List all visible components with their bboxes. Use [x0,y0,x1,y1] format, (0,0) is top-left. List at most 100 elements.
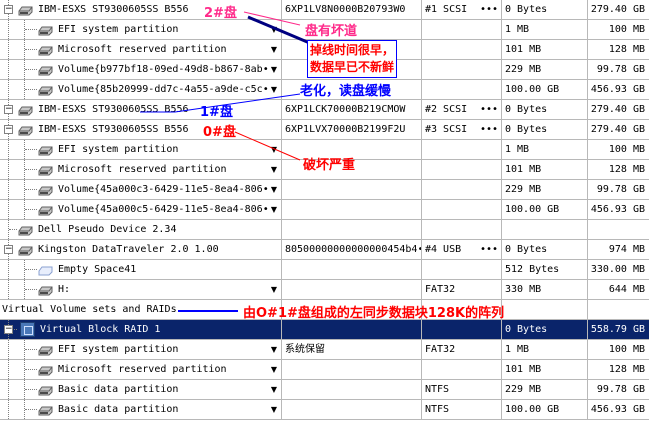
tree-row[interactable]: Volume{45a000c3-6429-11e5-8ea4-806• ▼ 229 … [0,180,649,200]
disk-icon [18,4,33,19]
bus-label: #4 USB [425,244,462,255]
offset-cell: 100.00 GB [502,80,588,99]
item-label: EFI system partition [58,24,179,35]
tree-row[interactable]: Microsoft reserved partition ▼ 101 MB 128 M… [0,360,649,380]
name-cell: − IBM-ESXS ST9300605SS B556 [0,100,282,119]
bus-cell [422,180,502,199]
name-cell: Volume{45a000c5-6429-11e5-8ea4-806• ▼ [0,200,282,219]
tree-row[interactable]: Volume{45a000c5-6429-11e5-8ea4-806• ▼ 100.… [0,200,649,220]
chevron-down-icon[interactable]: ▼ [271,140,277,159]
tree-line [8,380,9,399]
serial-cell: 6XP1LV8N0000B20793W0 [282,0,422,19]
more-icon[interactable]: ••• [480,0,498,19]
chevron-down-icon[interactable]: ▼ [271,20,277,39]
chevron-down-icon[interactable]: ▼ [271,80,277,99]
name-cell: EFI system partition ▼ [0,140,282,159]
chevron-down-icon[interactable]: ▼ [271,400,277,419]
tree-line [8,180,9,199]
tree-row-selected[interactable]: − Virtual Block RAID 1 0 Bytes 558.79 GB [0,320,649,340]
tree-row[interactable]: Empty Space41 512 Bytes 330.00 MB [0,260,649,280]
item-label: Volume{45a000c3-6429-11e5-8ea4-806• [58,184,269,195]
annotation-dropped-line2: 数据早已不新鲜 [310,60,395,74]
tree-line [25,209,37,210]
tree-row[interactable]: H: ▼ FAT32 330 MB 644 MB [0,280,649,300]
chevron-down-icon[interactable]: ▼ [271,200,277,219]
partition-icon [38,284,53,299]
partition-icon [38,384,53,399]
tree-line [25,409,37,410]
size-cell: 100 MB [608,144,645,155]
name-cell: Basic data partition ▼ [0,380,282,399]
more-icon[interactable]: ••• [480,100,498,119]
serial-cell [282,400,422,419]
chevron-down-icon[interactable]: ▼ [271,360,277,379]
name-cell: Microsoft reserved partition ▼ [0,160,282,179]
item-label: IBM-ESXS ST9300605SS B556 [38,124,189,135]
tree-line [25,189,37,190]
tree-line [8,260,9,279]
size-cell: 279.40 GB [590,4,645,15]
bus-cell [422,60,502,79]
serial-cell: 系统保留 [282,340,422,359]
serial-cell [282,260,422,279]
more-icon[interactable]: ••• [480,120,498,139]
name-cell: − Virtual Block RAID 1 [0,320,282,339]
chevron-down-icon[interactable]: ▼ [271,160,277,179]
annotation-dropped-early: 掉线时间很早， 数据早已不新鲜 [307,40,398,78]
size-cell: 100 MB [608,24,645,35]
bus-cell: #4 USB ••• [422,240,502,259]
chevron-down-icon[interactable]: ▼ [271,280,277,299]
tree-row[interactable]: Basic data partition ▼ NTFS 229 MB 99.78 GB [0,380,649,400]
tree-row[interactable]: − IBM-ESXS ST9300605SS B556 6XP1LVX70000B2… [0,120,649,140]
tree-row[interactable]: EFI system partition ▼ 系统保留 FAT32 1 MB 100 MB [0,340,649,360]
bus-cell [422,260,502,279]
annotation-dropped-line1: 掉线时间很早， [310,43,395,57]
tree-row[interactable]: − IBM-ESXS ST9300605SS B556 6XP1LV8N0000B2… [0,0,649,20]
name-cell: EFI system partition ▼ [0,340,282,359]
serial-cell [282,320,422,339]
collapse-toggle[interactable]: − [4,325,13,334]
collapse-toggle[interactable]: − [4,105,13,114]
bus-cell: NTFS [422,400,502,419]
tree-line [25,289,37,290]
bus-cell [422,80,502,99]
tree-row[interactable]: Basic data partition ▼ NTFS 100.00 GB 456.93… [0,400,649,420]
size-cell: 644 MB [608,284,645,295]
chevron-down-icon[interactable]: ▼ [271,60,277,79]
tree-line [8,160,9,179]
size-cell: 558.79 GB [590,324,645,335]
bus-cell: FAT32 [422,280,502,299]
chevron-down-icon[interactable]: ▼ [271,340,277,359]
collapse-toggle[interactable]: − [4,245,13,254]
offset-cell: 330 MB [502,280,588,299]
tree-line [8,280,9,299]
serial-cell: 6XP1LVX70000B2199F2U [282,120,422,139]
collapse-toggle[interactable]: − [4,5,13,14]
bus-cell [422,200,502,219]
chevron-down-icon[interactable]: ▼ [271,40,277,59]
more-icon[interactable]: ••• [480,240,498,259]
collapse-toggle[interactable]: − [4,125,13,134]
offset-cell: 0 Bytes [502,120,588,139]
tree-line [25,389,37,390]
bus-label: #1 SCSI [425,4,468,15]
tree-row[interactable]: − Kingston DataTraveler 2.0 1.00 805000000… [0,240,649,260]
size-cell: 99.78 GB [596,384,645,395]
tree-line [8,400,9,419]
tree-line [25,349,37,350]
item-label: Empty Space41 [58,264,137,275]
offset-cell: 512 Bytes [502,260,588,279]
tree-line [25,169,37,170]
size-cell: 128 MB [608,164,645,175]
name-cell: Empty Space41 [0,260,282,279]
tree-row[interactable]: − IBM-ESXS ST9300605SS B556 6XP1LCK70000B2… [0,100,649,120]
bus-cell [422,160,502,179]
disk-icon [18,124,33,139]
disk-icon [18,244,33,259]
item-label: Virtual Block RAID 1 [40,324,161,335]
chevron-down-icon[interactable]: ▼ [271,180,277,199]
annotation-disk0: 0#盘 [203,125,236,140]
tree-row[interactable]: Dell Pseudo Device 2.34 [0,220,649,240]
chevron-down-icon[interactable]: ▼ [271,380,277,399]
name-cell: Volume{85b20999-dd7c-4a55-a9de-c5c• ▼ [0,80,282,99]
